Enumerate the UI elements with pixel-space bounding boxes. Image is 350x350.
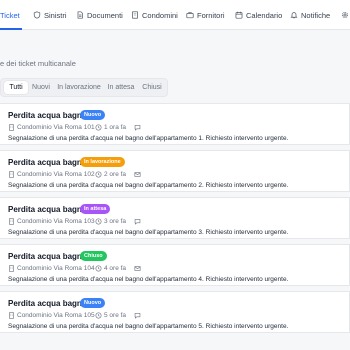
bell-icon: [290, 12, 298, 19]
tab-tutti[interactable]: Tutti: [4, 81, 28, 94]
building-name: Condominio Via Roma 104: [17, 265, 95, 272]
clock-icon: [95, 218, 102, 225]
ticket-time: 5 ore fa: [104, 312, 127, 319]
building-name: Condominio Via Roma 102: [17, 171, 95, 178]
shield-icon: [33, 11, 41, 19]
ticket-title: Perdita acqua bagno: [8, 205, 87, 214]
clock-icon: [95, 312, 102, 319]
ticket-time: 4 ore fa: [104, 265, 127, 272]
clock-icon: [95, 171, 102, 178]
status-badge: Nuovo: [80, 298, 106, 308]
ticket-card[interactable]: Perdita acqua bagno Nuovo Condominio Via…: [0, 103, 350, 145]
ticket-time: 2 ore fa: [104, 171, 127, 178]
active-tab-indicator: [0, 28, 22, 30]
document-icon: [77, 11, 83, 19]
nav-item-label: Fornitori: [197, 10, 225, 20]
mail-channel: [134, 265, 141, 272]
nav-item-label: Ticket: [0, 10, 20, 20]
nav-item-calendario[interactable]: Calendario: [235, 0, 282, 30]
nav-item-notifiche[interactable]: Notifiche: [290, 0, 330, 30]
time-info: 5 ore fa: [95, 312, 126, 319]
nav-item-condomini[interactable]: Condomini: [131, 0, 178, 30]
time-info: 3 ore fa: [95, 218, 126, 225]
chat-icon: [134, 125, 141, 131]
building-name: Condominio Via Roma 105: [17, 312, 95, 319]
nav-item-documenti[interactable]: Documenti: [76, 0, 123, 30]
building-info: Condominio Via Roma 103: [8, 218, 95, 225]
tab-in-lavorazione[interactable]: In lavorazione: [55, 81, 103, 94]
nav-item-label: Sinistri: [44, 10, 67, 20]
chat-channel: [134, 124, 141, 131]
time-info: 4 ore fa: [95, 265, 126, 272]
ticket-card[interactable]: Perdita acqua bagno Chiuso Condominio Vi…: [0, 244, 350, 286]
status-badge: In attesa: [80, 204, 111, 214]
building-info: Condominio Via Roma 101: [8, 124, 95, 131]
building-name: Condominio Via Roma 101: [17, 124, 95, 131]
status-badge: Chiuso: [80, 251, 107, 261]
time-info: 2 ore fa: [95, 171, 126, 178]
ticket-card[interactable]: Perdita acqua bagno Nuovo Condominio Via…: [0, 291, 350, 333]
chat-channel: [134, 218, 141, 225]
briefcase-icon: [186, 12, 194, 19]
nav-item-label: Condomini: [142, 10, 178, 20]
chat-icon: [134, 313, 141, 319]
nav-item-fornitori[interactable]: Fornitori: [186, 0, 225, 30]
clock-icon: [95, 124, 102, 131]
nav-item-ticket[interactable]: Ticket: [0, 0, 22, 30]
tab-nuovi[interactable]: Nuovi: [29, 81, 53, 94]
ticket-title: Perdita acqua bagno: [8, 111, 87, 120]
ticket-description: Segnalazione di una perdita d'acqua nel …: [8, 182, 289, 189]
building-icon: [9, 312, 14, 319]
tab-chiusi[interactable]: Chiusi: [139, 81, 165, 94]
building-info: Condominio Via Roma 105: [8, 312, 95, 319]
building-icon: [9, 171, 14, 178]
ticket-title: Perdita acqua bagno: [8, 158, 87, 167]
chat-icon: [134, 219, 141, 225]
building-icon: [9, 265, 14, 272]
ticket-time: 1 ora fa: [104, 124, 127, 131]
ticket-title: Perdita acqua bagno: [8, 299, 87, 308]
ticket-card[interactable]: Perdita acqua bagno In attesa Condominio…: [0, 197, 350, 239]
clock-icon: [95, 265, 102, 272]
top-navigation: Ticket Sinistri Documenti Condomini Forn…: [0, 0, 350, 30]
building-icon: [9, 218, 14, 225]
ticket-description: Segnalazione di una perdita d'acqua nel …: [8, 135, 289, 142]
mail-channel: [134, 171, 141, 178]
page-subtitle: e dei ticket multicanale: [0, 59, 76, 68]
building-info: Condominio Via Roma 102: [8, 171, 95, 178]
nav-item-sinistri[interactable]: Sinistri: [33, 0, 67, 30]
nav-item-label: Documenti: [87, 10, 123, 20]
ticket-description: Segnalazione di una perdita d'acqua nel …: [8, 229, 289, 236]
building-name: Condominio Via Roma 103: [17, 218, 95, 225]
building-icon: [132, 11, 138, 19]
building-icon: [9, 124, 14, 131]
ticket-description: Segnalazione di una perdita d'acqua nel …: [8, 276, 289, 283]
mail-icon: [134, 172, 141, 177]
time-info: 1 ora fa: [95, 124, 126, 131]
ticket-time: 3 ore fa: [104, 218, 127, 225]
settings-button[interactable]: [341, 0, 349, 30]
gear-icon: [342, 12, 348, 18]
tab-in-attesa[interactable]: In attesa: [105, 81, 137, 94]
ticket-card[interactable]: Perdita acqua bagno In lavorazione Condo…: [0, 150, 350, 192]
status-badge: Nuovo: [80, 110, 106, 120]
ticket-title: Perdita acqua bagno: [8, 252, 87, 261]
status-filter-tabs: Tutti Nuovi In lavorazione In attesa Chi…: [0, 78, 168, 97]
building-info: Condominio Via Roma 104: [8, 265, 95, 272]
nav-item-label: Notifiche: [301, 10, 331, 20]
mail-icon: [134, 266, 141, 271]
calendar-icon: [235, 11, 243, 19]
ticket-description: Segnalazione di una perdita d'acqua nel …: [8, 323, 289, 330]
chat-channel: [134, 312, 141, 319]
nav-item-label: Calendario: [246, 10, 283, 20]
status-badge: In lavorazione: [80, 157, 125, 167]
